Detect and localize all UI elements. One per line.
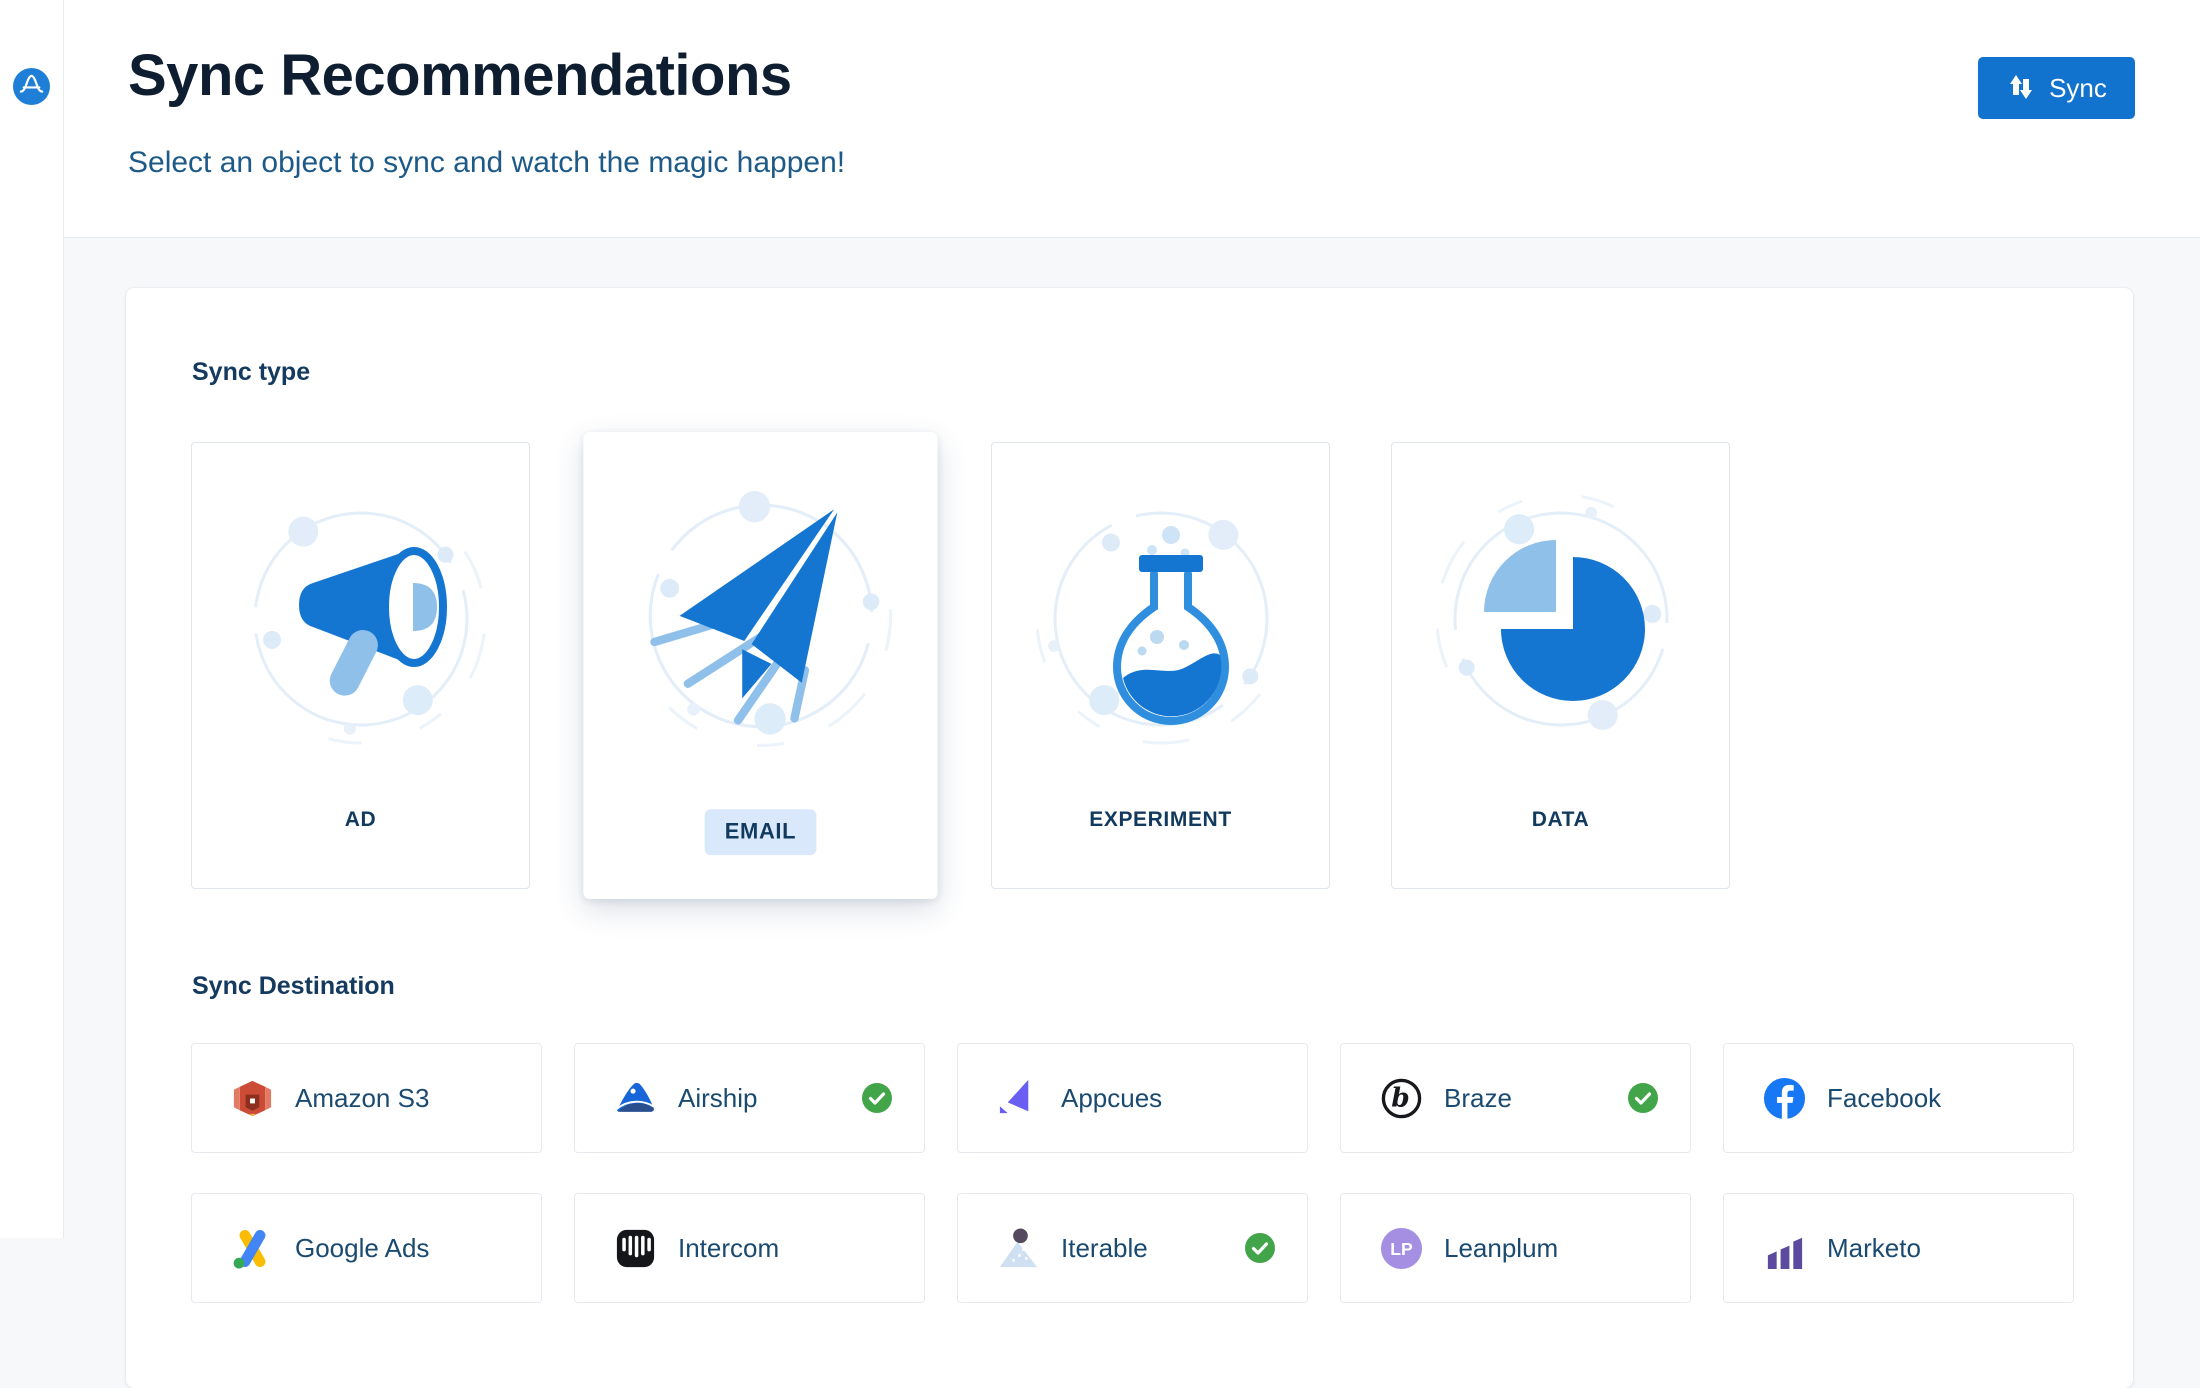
paper-plane-icon [614,470,907,763]
destination-name: Leanplum [1444,1233,1558,1264]
destination-name: Marketo [1827,1233,1921,1264]
amazon-s3-logo [230,1076,275,1121]
destination-card-airship[interactable]: Airship [574,1043,925,1153]
page-title: Sync Recommendations [128,42,792,109]
sync-arrows-icon [2006,73,2036,103]
sync-button-label: Sync [2049,73,2107,104]
pie-chart-icon [1421,479,1701,759]
svg-text:b: b [1391,1082,1409,1113]
iterable-logo [996,1226,1041,1271]
destination-card-iterable[interactable]: Iterable [957,1193,1308,1303]
sync-destination-grid: Amazon S3 Airship Appcues b Braze Facebook Goo… [191,1043,2074,1303]
connected-check-icon [1628,1083,1658,1113]
sync-type-label: AD [345,808,377,832]
left-rail [0,0,64,1238]
sync-type-label: EXPERIMENT [1089,808,1232,832]
destination-name: Intercom [678,1233,779,1264]
megaphone-icon [221,479,501,759]
braze-logo: b [1379,1076,1424,1121]
sync-type-card-email[interactable]: EMAIL [583,432,937,899]
destination-card-braze[interactable]: b Braze [1340,1043,1691,1153]
sync-type-heading: Sync type [192,358,310,387]
facebook-logo [1762,1076,1807,1121]
destination-name: Google Ads [295,1233,429,1264]
intercom-logo [613,1226,658,1271]
sync-button[interactable]: Sync [1978,57,2135,119]
marketo-logo [1762,1226,1807,1271]
destination-name: Facebook [1827,1083,1941,1114]
sync-type-card-ad[interactable]: AD [191,442,530,889]
destination-name: Appcues [1061,1083,1162,1114]
destination-card-marketo[interactable]: Marketo [1723,1193,2074,1303]
destination-name: Iterable [1061,1233,1148,1264]
sync-type-label: EMAIL [705,809,816,855]
sync-type-options: AD EMAIL EXPERIMENT DATA [191,442,1730,889]
destination-card-facebook[interactable]: Facebook [1723,1043,2074,1153]
leanplum-logo: LP [1379,1226,1424,1271]
destination-card-appcues[interactable]: Appcues [957,1043,1308,1153]
connected-check-icon [862,1083,892,1113]
appcues-logo [996,1076,1041,1121]
amplitude-logo[interactable] [13,68,50,105]
page-header: Sync Recommendations Select an object to… [64,0,2200,238]
airship-logo [613,1076,658,1121]
google-ads-logo [230,1226,275,1271]
destination-card-intercom[interactable]: Intercom [574,1193,925,1303]
destination-name: Amazon S3 [295,1083,429,1114]
destination-name: Airship [678,1083,757,1114]
destination-card-leanplum[interactable]: LP Leanplum [1340,1193,1691,1303]
sync-type-card-data[interactable]: DATA [1391,442,1730,889]
sync-type-label: DATA [1532,808,1590,832]
svg-text:LP: LP [1390,1238,1413,1258]
flask-icon [1021,479,1301,759]
page-subtitle: Select an object to sync and watch the m… [128,146,845,180]
destination-name: Braze [1444,1083,1512,1114]
sync-setup-card: Sync type AD EMAIL [126,288,2133,1388]
destination-card-amazon-s3[interactable]: Amazon S3 [191,1043,542,1153]
sync-destination-heading: Sync Destination [192,972,395,1001]
sync-type-card-experiment[interactable]: EXPERIMENT [991,442,1330,889]
destination-card-google-ads[interactable]: Google Ads [191,1193,542,1303]
